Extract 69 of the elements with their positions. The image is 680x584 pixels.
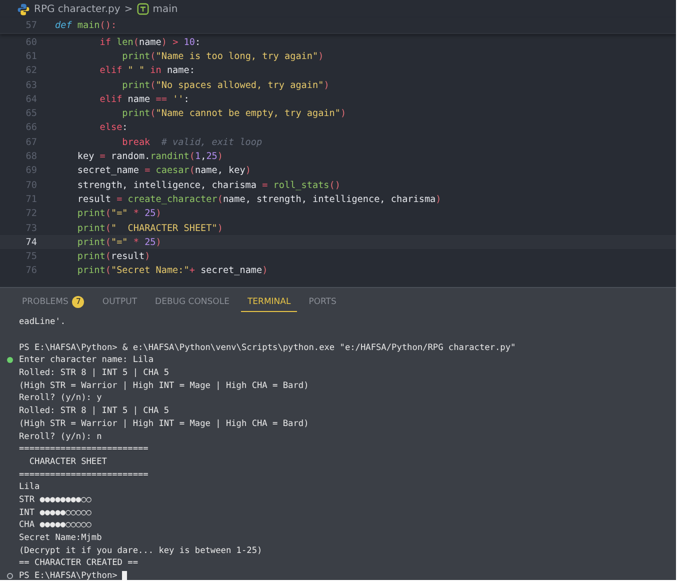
code-line: print("No spaces allowed, try again") [121, 80, 330, 91]
terminal-line: Enter character name: Lila [19, 355, 154, 366]
terminal-line: == CHARACTER CREATED == [19, 558, 138, 568]
terminal-line: CHARACTER SHEET [28, 456, 107, 467]
line-number: 68 [24, 151, 38, 162]
line-number: 64 [24, 94, 38, 105]
line-number: 76 [24, 265, 38, 276]
code-line: print("=" * 25) [76, 208, 162, 220]
terminal-line: (High STR = Warrior | High INT = Mage | High CHA = Bard) [19, 418, 309, 429]
panel-tab[interactable]: PORTS [302, 293, 342, 312]
terminal-line: Reroll? (y/n): n [19, 432, 102, 442]
terminal-line: eadLine'. [19, 317, 66, 328]
terminal-line: ========================= [19, 470, 148, 480]
terminal-line: ========================= [19, 444, 148, 454]
line-number: 66 [24, 122, 38, 134]
line-number: 69 [24, 165, 38, 176]
line-number: 62 [24, 65, 38, 76]
line-number: 57 [24, 20, 38, 31]
line-number: 73 [24, 222, 38, 234]
panel-tab[interactable]: OUTPUT [96, 293, 144, 312]
line-number: 61 [24, 50, 38, 62]
code-line: print("Name is too long, try again") [121, 50, 324, 62]
code-line: print(result) [76, 251, 150, 262]
file-name[interactable]: RPG character.py [34, 4, 120, 14]
line-number: 74 [24, 236, 38, 248]
code-line: break # valid, exit loop [121, 136, 262, 148]
line-number: 63 [24, 80, 38, 91]
terminal-line: Secret Name:Mjmb [19, 533, 102, 544]
terminal-line: (Decrypt it if you dare... key is between 1-25) [19, 546, 262, 556]
line-number: 70 [24, 180, 38, 191]
success-dot-icon[interactable] [6, 357, 12, 364]
terminal-line: Lila [19, 482, 40, 492]
terminal-line: Rolled: STR 8 | INT 5 | CHA 5 [19, 368, 170, 378]
code-line: strength, intelligence, charisma = roll_stats() [76, 180, 340, 191]
python-icon [17, 2, 30, 16]
breadcrumb-separator: > [124, 4, 133, 14]
terminal-line: PS E:\HAFSA\Python> & e:\HAFSA\Python\venv\Scripts\python.exe "e:/HAFSA/Python/RPG character.py" [19, 342, 516, 353]
terminal-line: Reroll? (y/n): y [19, 393, 102, 404]
code-line: elif " " in name: [98, 65, 195, 76]
line-number: 71 [24, 194, 38, 205]
line-number: 67 [24, 136, 38, 148]
line-number: 60 [24, 36, 38, 48]
line-number: 72 [24, 208, 38, 220]
symbol-name[interactable]: main [152, 4, 178, 14]
code-line: secret_name = caesar(name, key) [76, 165, 251, 176]
line-number: 75 [24, 251, 38, 262]
terminal-line: PS E:\HAFSA\Python> [19, 571, 118, 580]
line-number: 65 [24, 108, 38, 120]
code-line: print("Name cannot be empty, try again") [121, 108, 346, 120]
code-line: print(" CHARACTER SHEET") [76, 222, 223, 234]
terminal-line: Rolled: STR 8 | INT 5 | CHA 5 [19, 406, 170, 416]
terminal-line: STR ●●●●●●●●○○ [19, 494, 92, 505]
code-line: def main(): [55, 20, 117, 31]
code-line: key = random.randint(1,25) [76, 151, 224, 162]
code-line: if len(name) > 10: [98, 36, 201, 48]
code-line: print("=" * 25) [76, 236, 162, 248]
terminal-line: CHA ●●●●●○○○○○ [19, 520, 92, 530]
panel-tab[interactable]: TERMINAL [241, 293, 297, 312]
command-dot-icon[interactable] [6, 573, 12, 580]
panel-tab[interactable]: DEBUG CONSOLE [149, 293, 236, 312]
count-badge: 7 [72, 296, 84, 308]
panel-tab[interactable]: PROBLEMS 7 [16, 293, 90, 312]
code-line: elif name == '': [98, 94, 190, 105]
terminal-line: (High STR = Warrior | High INT = Mage | High CHA = Bard) [19, 380, 309, 391]
cube-icon [136, 3, 149, 15]
code-line: print("Secret Name:"+ secret_name) [76, 265, 268, 276]
terminal-line: INT ●●●●●○○○○○ [19, 508, 92, 518]
code-line: else: [98, 122, 128, 134]
code-line: result = create_character(name, strength, intelligence, charisma) [76, 194, 442, 205]
